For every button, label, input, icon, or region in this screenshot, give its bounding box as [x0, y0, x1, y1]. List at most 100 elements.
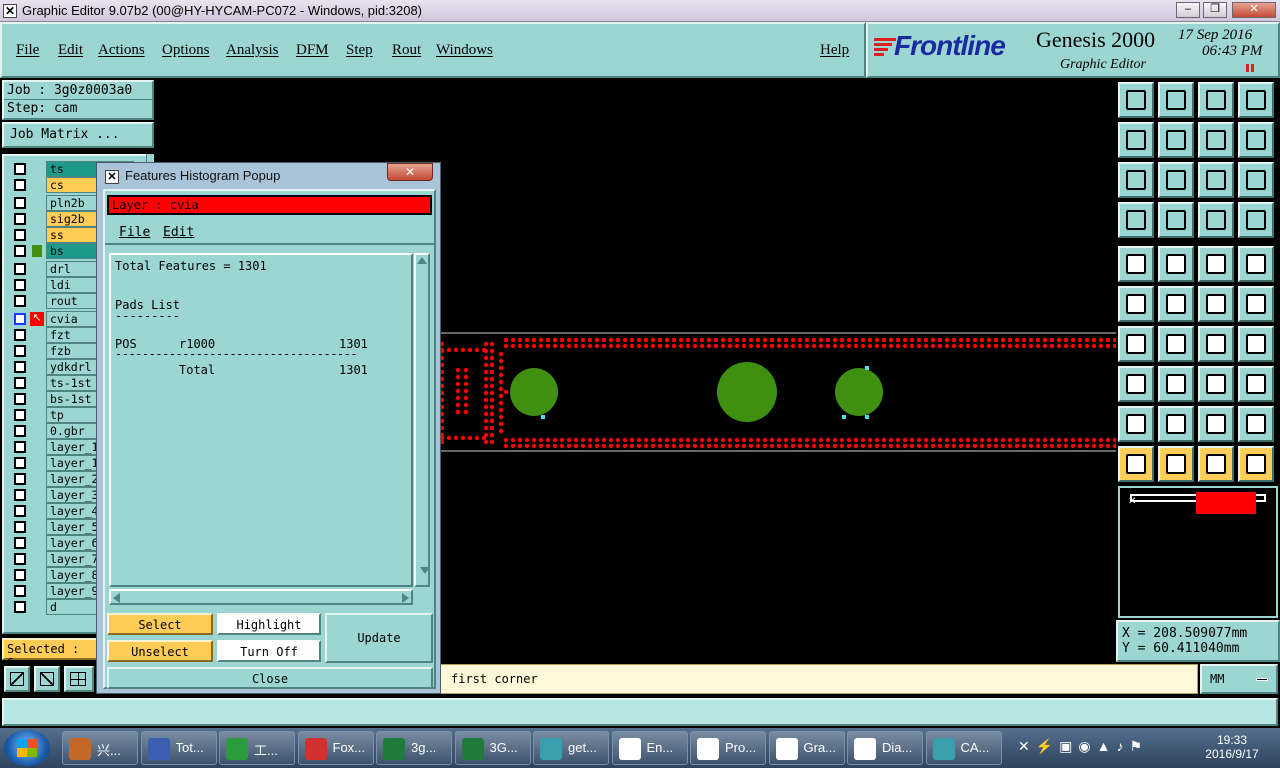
taskbar-item[interactable]: get...: [533, 731, 609, 765]
layer-checkbox[interactable]: [14, 521, 26, 533]
layer-checkbox[interactable]: [14, 313, 26, 325]
menu-file[interactable]: File: [16, 42, 39, 59]
layer-checkbox[interactable]: [14, 329, 26, 341]
popup-menu-edit[interactable]: Edit: [163, 225, 194, 240]
layer-down-button[interactable]: [1158, 82, 1194, 118]
mirror-button[interactable]: [1238, 326, 1274, 362]
layer-checkbox[interactable]: [14, 377, 26, 389]
layer-checkbox[interactable]: [14, 229, 26, 241]
select-pointer-button[interactable]: [1158, 446, 1194, 482]
layer-checkbox[interactable]: [14, 361, 26, 373]
slash-tool-button[interactable]: [1158, 326, 1194, 362]
taskbar-item[interactable]: 工...: [219, 731, 295, 765]
overview-map[interactable]: ✕: [1118, 486, 1278, 618]
layer-checkbox[interactable]: [14, 179, 26, 191]
help-button[interactable]: [1238, 162, 1274, 198]
ruler-button[interactable]: [1198, 246, 1234, 282]
taskbar-item[interactable]: Pro...: [690, 731, 766, 765]
menu-windows[interactable]: Windows: [436, 42, 493, 59]
move-left-button[interactable]: [1118, 122, 1154, 158]
scroll-right-icon[interactable]: [402, 593, 409, 603]
copy-feature-button[interactable]: [1238, 286, 1274, 322]
taskbar-item[interactable]: CA...: [925, 731, 1002, 765]
units-selector[interactable]: MM: [1200, 664, 1278, 694]
lasso-select-button[interactable]: [1198, 446, 1234, 482]
scale-ratio-button[interactable]: [1198, 162, 1234, 198]
fit-view-button[interactable]: [1238, 82, 1274, 118]
scroll-up-icon[interactable]: [417, 257, 427, 264]
menu-rout[interactable]: Rout: [392, 42, 421, 59]
move-feature-button[interactable]: [1198, 286, 1234, 322]
pad-tool-button[interactable]: [1118, 246, 1154, 282]
turn-off-button[interactable]: Turn Off: [217, 640, 321, 662]
move-right-button[interactable]: [1158, 122, 1194, 158]
arc-tool-4-button[interactable]: [1238, 406, 1274, 442]
delete-button[interactable]: [1158, 286, 1194, 322]
taskbar-item[interactable]: 3G...: [454, 731, 531, 765]
layer-checkbox[interactable]: [14, 245, 26, 257]
zoom-out-tool[interactable]: [34, 666, 60, 692]
layer-up-button[interactable]: [1118, 82, 1154, 118]
arc-tool-2-button[interactable]: [1158, 406, 1194, 442]
circle-pad-button[interactable]: [1238, 246, 1274, 282]
zoom-fit-button[interactable]: [1118, 162, 1154, 198]
layer-checkbox[interactable]: [14, 163, 26, 175]
layer-checkbox[interactable]: [14, 473, 26, 485]
layer-checkbox[interactable]: [14, 537, 26, 549]
taskbar-item[interactable]: Fox...: [297, 731, 374, 765]
layer-checkbox[interactable]: [14, 345, 26, 357]
taskbar-item[interactable]: Dia...: [847, 731, 923, 765]
grid-button[interactable]: [1158, 202, 1194, 238]
zoom-center-button[interactable]: [1158, 162, 1194, 198]
job-matrix-button[interactable]: Job Matrix ...: [2, 122, 154, 148]
popup-menu-file[interactable]: File: [119, 225, 150, 240]
layer-checkbox[interactable]: [14, 505, 26, 517]
pointer-button[interactable]: [1118, 446, 1154, 482]
layer-checkbox[interactable]: [14, 213, 26, 225]
menu-edit[interactable]: Edit: [58, 42, 83, 59]
layer-checkbox[interactable]: [14, 553, 26, 565]
minimize-button[interactable]: –: [1176, 2, 1200, 18]
scroll-left-icon[interactable]: [113, 593, 120, 603]
taskbar-item[interactable]: Gra...: [768, 731, 845, 765]
close-button[interactable]: Close: [107, 667, 433, 689]
histogram-text-area[interactable]: Total Features = 1301 Pads List --------…: [109, 253, 413, 587]
layer-checkbox[interactable]: [14, 425, 26, 437]
scroll-down-icon[interactable]: [420, 567, 430, 574]
connect-button[interactable]: [1118, 286, 1154, 322]
layer-checkbox[interactable]: [14, 279, 26, 291]
layer-checkbox[interactable]: [14, 601, 26, 613]
vertical-scrollbar[interactable]: [414, 253, 430, 587]
pad-array-button[interactable]: [1238, 366, 1274, 402]
menu-dfm[interactable]: DFM: [296, 42, 329, 59]
menu-options[interactable]: Options: [162, 42, 210, 59]
rotate-button[interactable]: [1198, 326, 1234, 362]
layer-checkbox[interactable]: [14, 585, 26, 597]
update-button[interactable]: Update: [325, 613, 433, 663]
arc-tool-button[interactable]: [1118, 406, 1154, 442]
snap-pad-button[interactable]: [1198, 202, 1234, 238]
horizontal-scrollbar[interactable]: [109, 589, 413, 605]
menu-actions[interactable]: Actions: [98, 42, 145, 59]
layer-checkbox[interactable]: [14, 393, 26, 405]
resize-button[interactable]: [1198, 366, 1234, 402]
layer-checkbox[interactable]: [14, 569, 26, 581]
measure-button[interactable]: [1118, 202, 1154, 238]
layer-checkbox[interactable]: [14, 263, 26, 275]
layer-checkbox[interactable]: [14, 457, 26, 469]
highlight-button[interactable]: Highlight: [217, 613, 321, 635]
taskbar-item[interactable]: En...: [611, 731, 688, 765]
grid-tool[interactable]: [64, 666, 94, 692]
popup-close-icon[interactable]: ✕: [387, 163, 433, 181]
start-button[interactable]: [4, 730, 50, 766]
polygon-button[interactable]: [1158, 246, 1194, 282]
menu-step[interactable]: Step: [346, 42, 373, 59]
unselect-button[interactable]: Unselect: [107, 640, 213, 662]
tray-clock[interactable]: 19:33 2016/9/17: [1190, 733, 1274, 761]
taskbar-item[interactable]: Tot...: [140, 731, 217, 765]
home-view-button[interactable]: [1198, 82, 1234, 118]
snap-center-button[interactable]: [1238, 202, 1274, 238]
zoom-in-tool[interactable]: [4, 666, 30, 692]
layer-checkbox[interactable]: [14, 489, 26, 501]
add-pad-button[interactable]: [1118, 366, 1154, 402]
